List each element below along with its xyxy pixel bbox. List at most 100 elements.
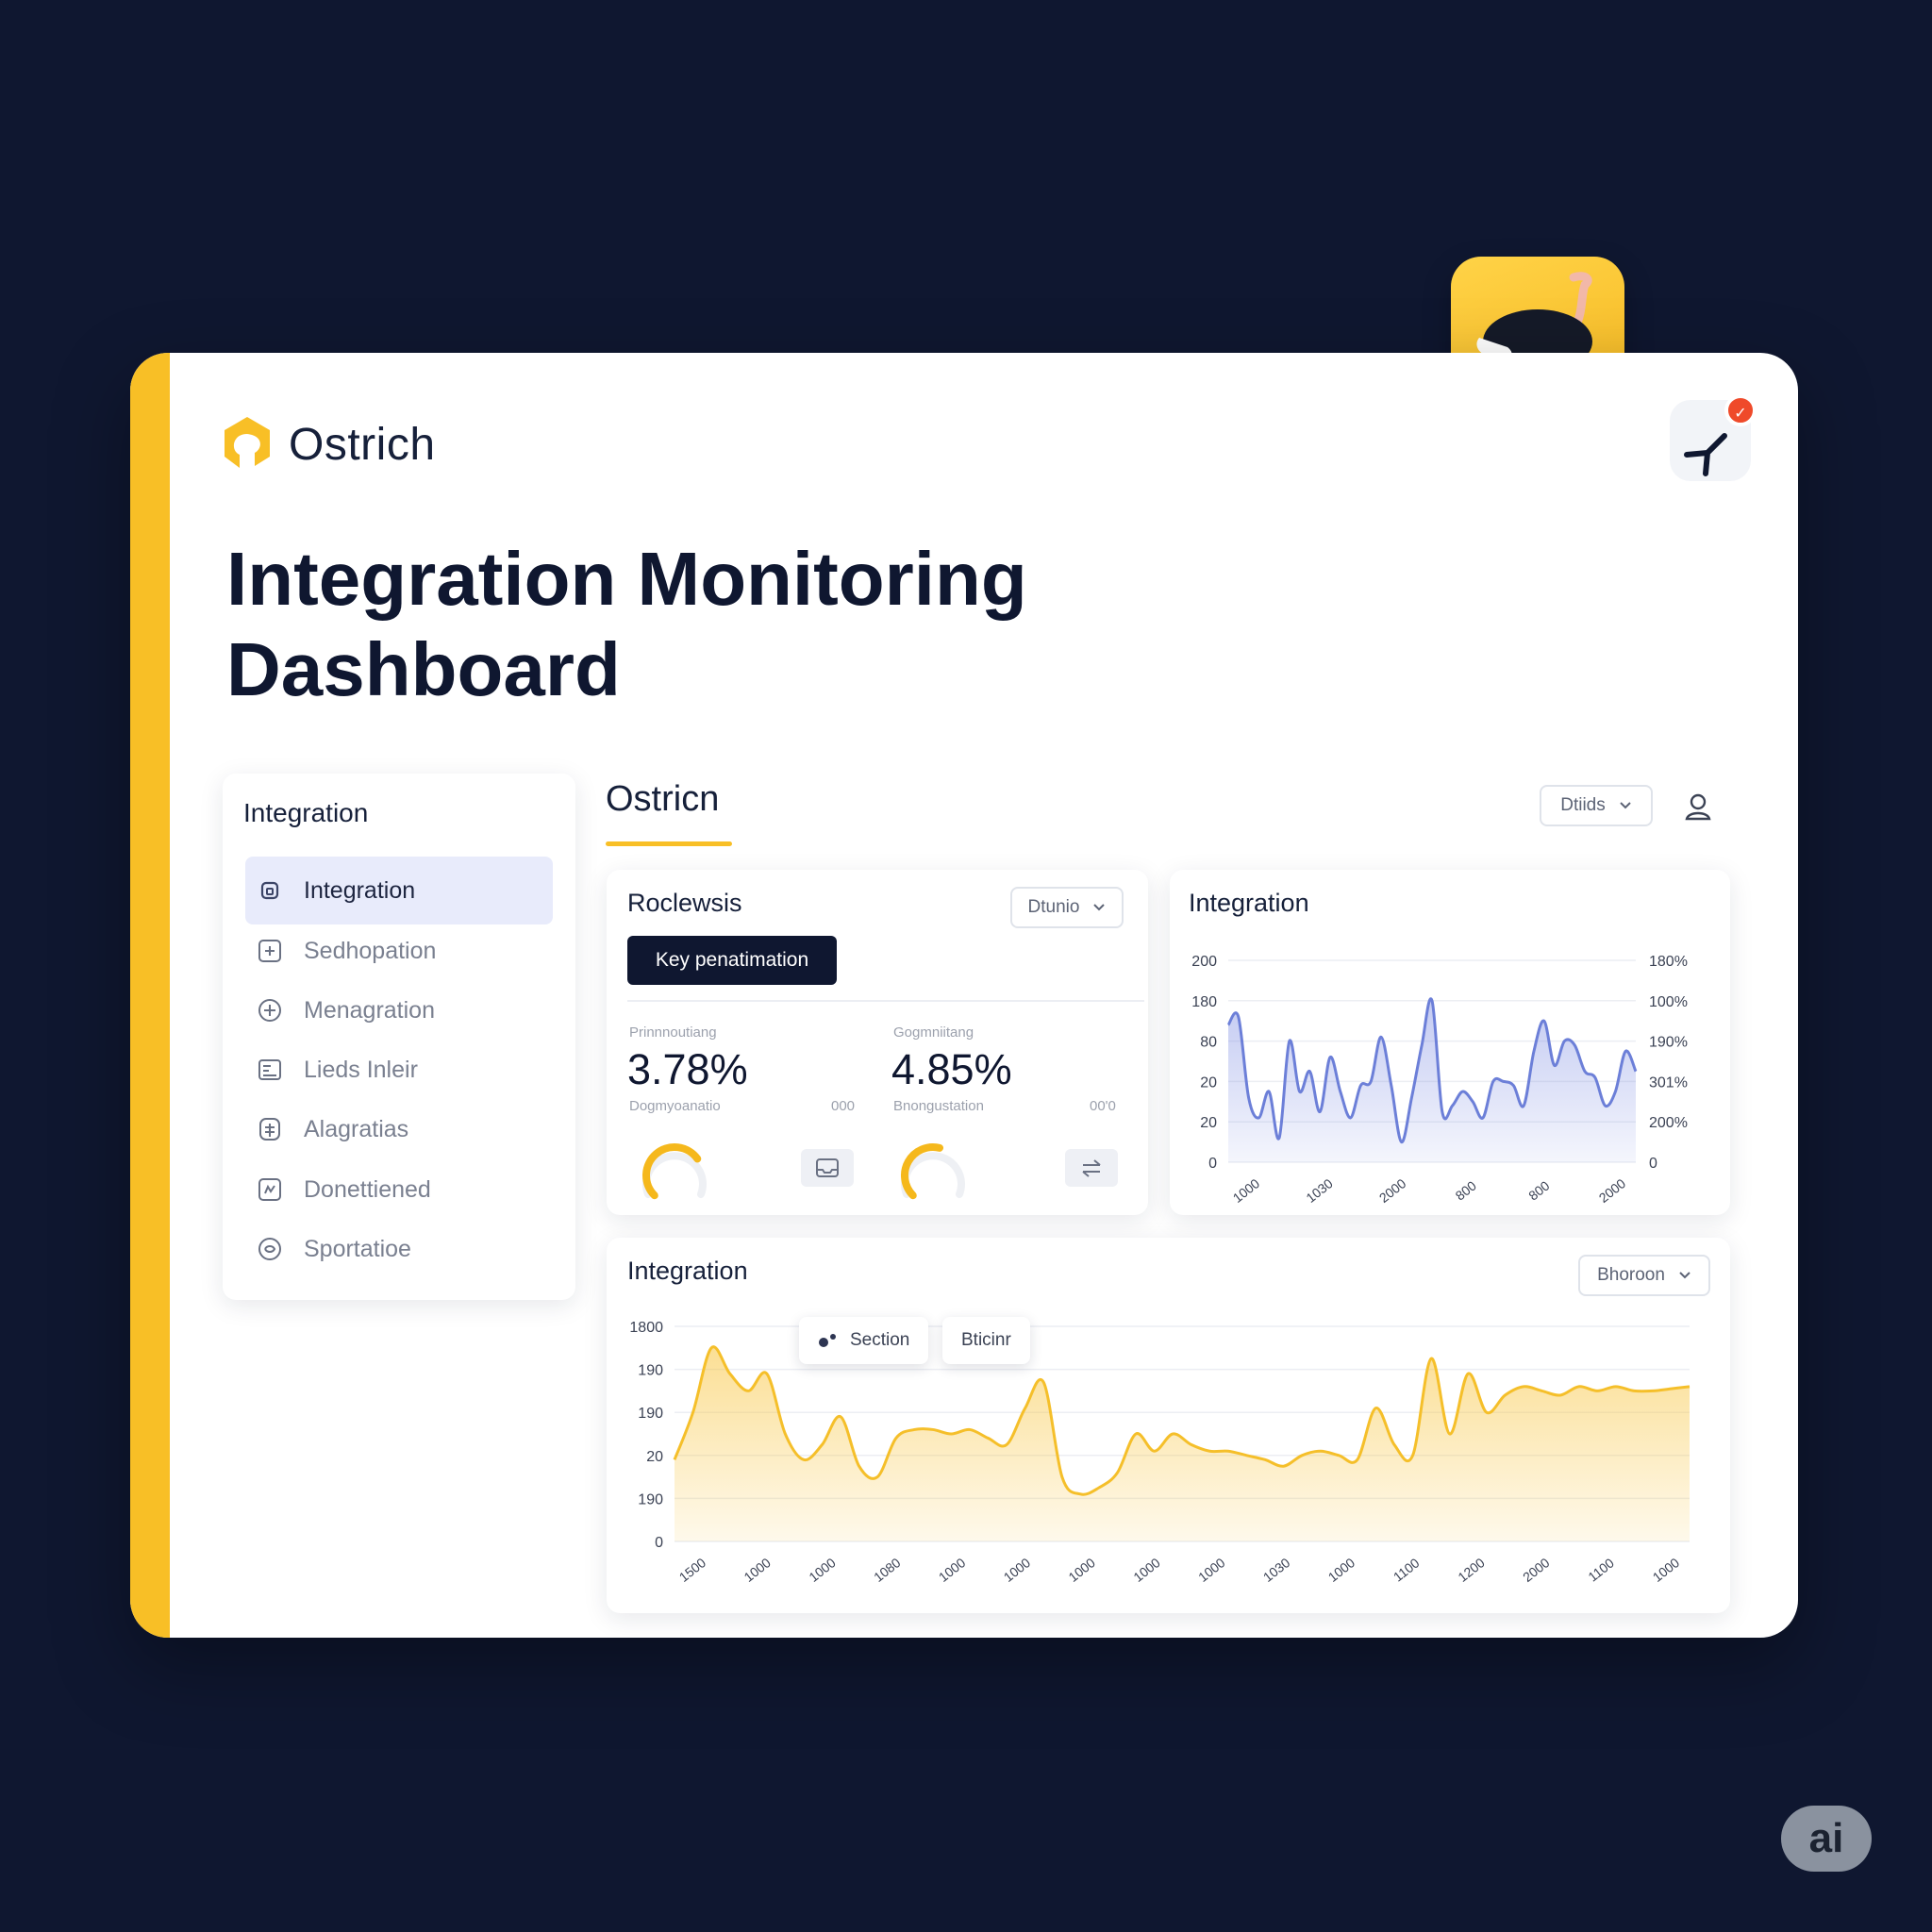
- x-tick-label: 1000: [1650, 1555, 1683, 1585]
- y-tick-label: 20: [646, 1449, 663, 1465]
- sidebar-item-sportatioe[interactable]: Sportatioe: [245, 1215, 553, 1283]
- y-tick-label: 190: [638, 1406, 663, 1422]
- kpi-value: 4.85%: [891, 1045, 1012, 1093]
- x-tick-label: 1000: [1066, 1555, 1099, 1585]
- kpi-action-button[interactable]: [1065, 1149, 1118, 1187]
- sidebar-item-label: Integration: [304, 876, 416, 904]
- x-tick-label: 2000: [1376, 1175, 1409, 1206]
- sidebar-item-sedhopation[interactable]: Sedhopation: [245, 917, 553, 985]
- kpi-value: 3.78%: [627, 1045, 748, 1093]
- main-title: Ostricn: [606, 779, 720, 819]
- user-profile-button[interactable]: [1677, 787, 1719, 828]
- sidebar-item-label: Sedhopation: [304, 937, 437, 964]
- plus-circle-icon: [255, 995, 285, 1025]
- chevron-down-icon: [1678, 1265, 1691, 1286]
- sidebar: Integration Integration Sedhopation Mena…: [223, 774, 575, 1300]
- globe-icon: [255, 1234, 285, 1264]
- line-chart: 2001808020200180%100%190%301%200%01000 10…: [1191, 954, 1688, 1206]
- x-tick-label: 2000: [1520, 1555, 1553, 1585]
- y-tick-label-right: 200%: [1649, 1115, 1688, 1131]
- kpi-tail: 00'0: [1090, 1098, 1116, 1114]
- x-tick-label: 800: [1525, 1177, 1552, 1203]
- area-chart-dropdown[interactable]: Bhoroon: [1578, 1255, 1710, 1296]
- list-icon: [255, 1055, 285, 1085]
- card-accent-bar: [130, 353, 170, 1638]
- sidebar-item-donettiened[interactable]: Donettiened: [245, 1156, 553, 1224]
- y-tick-label: 20: [1200, 1074, 1217, 1091]
- plus-square-icon: [255, 936, 285, 966]
- x-tick-label: 1000: [806, 1555, 839, 1585]
- area-dropdown-label: Bhoroon: [1597, 1265, 1665, 1285]
- sidebar-item-label: Menagration: [304, 996, 435, 1024]
- x-tick-label: 1100: [1585, 1555, 1617, 1584]
- y-tick-label: 200: [1191, 954, 1217, 970]
- y-tick-label-right: 100%: [1649, 994, 1688, 1010]
- line-chart-title: Integration: [1189, 889, 1309, 917]
- sidebar-item-alagratias[interactable]: Alagratias: [245, 1095, 553, 1163]
- y-tick-label-right: 180%: [1649, 954, 1688, 970]
- area-chart: 1800 190 190 20 190 0 1500 1000 1000 1080 1000 1000…: [629, 1320, 1690, 1585]
- y-tick-label-right: 190%: [1649, 1035, 1688, 1051]
- legend-chip-section[interactable]: Section: [799, 1317, 929, 1364]
- series-area: [1228, 998, 1636, 1162]
- x-tick-label: 1000: [741, 1555, 774, 1585]
- kpi-label: Prinnnoutiang: [629, 1024, 717, 1041]
- header-dropdown[interactable]: Dtiids: [1540, 785, 1653, 826]
- inbox-icon: [816, 1158, 839, 1177]
- x-tick-label: 800: [1453, 1177, 1479, 1203]
- y-tick-label: 180: [1191, 994, 1217, 1010]
- kpi-action-button[interactable]: [801, 1149, 854, 1187]
- sidebar-item-menagration[interactable]: Menagration: [245, 976, 553, 1044]
- area-chart-panel: Integration Bhoroon 1800 190 190 20 190 0 1500…: [607, 1238, 1730, 1613]
- notifications-button[interactable]: ✓: [1670, 394, 1757, 481]
- hexagon-logo-icon: [225, 417, 270, 468]
- sidebar-item-label: Donettiened: [304, 1175, 431, 1203]
- y-tick-label: 190: [638, 1491, 663, 1507]
- sidebar-item-lieds-inleir[interactable]: Lieds Inleir: [245, 1036, 553, 1104]
- dashboard-card: Ostrich Integration Monitoring Dashboard…: [130, 353, 1798, 1638]
- kpi-gauge: [901, 1143, 965, 1200]
- y-tick-label: 1800: [629, 1320, 663, 1336]
- y-tick-label: 0: [1208, 1156, 1217, 1172]
- kpi-gauge: [642, 1143, 707, 1200]
- brand-name: Ostrich: [289, 419, 436, 470]
- x-tick-label: 2000: [1596, 1175, 1629, 1206]
- kpi-sublabel: Bnongustation: [893, 1098, 984, 1114]
- header-dropdown-label: Dtiids: [1560, 795, 1606, 815]
- active-tab-underline: [606, 841, 732, 846]
- x-tick-label: 1030: [1303, 1175, 1336, 1206]
- legend-chip-bticinr[interactable]: Bticinr: [942, 1317, 1030, 1364]
- ai-badge: ai: [1781, 1806, 1872, 1872]
- sidebar-item-label: Sportatioe: [304, 1235, 411, 1262]
- kpi-dropdown-label: Dtunio: [1027, 897, 1080, 917]
- sidebar-item-integration[interactable]: Integration: [245, 857, 553, 924]
- x-tick-label: 1000: [936, 1555, 969, 1585]
- brand-logo[interactable]: Ostrich: [221, 415, 436, 474]
- kpi-dropdown[interactable]: Dtunio: [1010, 887, 1124, 928]
- chart-icon: [255, 1174, 285, 1205]
- y-tick-label: 190: [638, 1363, 663, 1379]
- kpi-divider: [627, 1000, 1144, 1002]
- x-tick-label: 1500: [676, 1555, 709, 1585]
- user-icon: [1685, 793, 1711, 821]
- area-chart-title: Integration: [627, 1257, 748, 1285]
- notification-badge: ✓: [1724, 394, 1757, 426]
- y-tick-label: 0: [655, 1535, 663, 1551]
- lock-icon: [255, 875, 285, 906]
- y-tick-label-right: 301%: [1649, 1074, 1688, 1091]
- y-tick-label: 20: [1200, 1115, 1217, 1131]
- sidebar-item-label: Lieds Inleir: [304, 1056, 418, 1083]
- kpi-label: Gogmniitang: [893, 1024, 974, 1041]
- page-title: Integration Monitoring Dashboard: [226, 537, 1027, 711]
- kpi-tail: 000: [831, 1098, 856, 1114]
- legend-chip-label: Bticinr: [961, 1330, 1011, 1350]
- x-tick-label: 1000: [1230, 1175, 1263, 1206]
- sidebar-item-label: Alagratias: [304, 1115, 409, 1142]
- y-tick-label: 80: [1200, 1035, 1217, 1051]
- x-tick-label: 1100: [1391, 1555, 1423, 1584]
- line-chart-panel: Integration 200 180 80 20 20 0 180% 100% 190% 301…: [1170, 870, 1730, 1215]
- kpi-sublabel: Dogmyoanatio: [629, 1098, 721, 1114]
- x-tick-label: 1000: [1195, 1555, 1228, 1585]
- chevron-down-icon: [1619, 795, 1632, 816]
- key-penatimation-button[interactable]: Key penatimation: [627, 936, 837, 985]
